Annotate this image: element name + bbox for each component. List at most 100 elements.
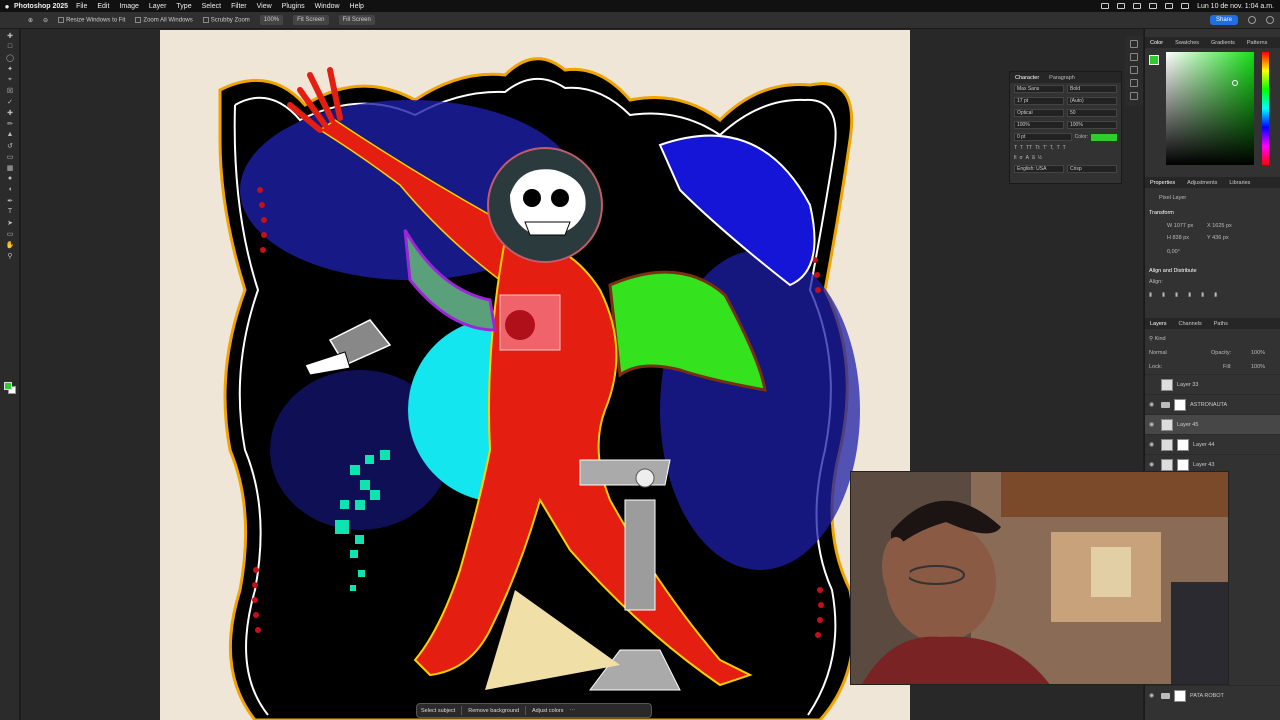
hue-slider[interactable] [1262, 52, 1269, 165]
eye-icon[interactable]: ◉ [1149, 441, 1157, 448]
align-buttons[interactable]: ▮▮▮▮▮▮ [1149, 292, 1227, 298]
color-picker-handle[interactable] [1232, 80, 1238, 86]
fit-screen-button[interactable]: Fit Screen [293, 15, 329, 25]
small-caps-icon[interactable]: Tt [1035, 145, 1039, 151]
eye-icon[interactable]: ◉ [1149, 461, 1157, 468]
tab-libraries[interactable]: Libraries [1229, 180, 1250, 186]
all-caps-icon[interactable]: TT [1026, 145, 1032, 151]
zoom-100-button[interactable]: 100% [259, 15, 284, 25]
layer-group-row[interactable]: ◉ PATA ROBOT [1145, 685, 1280, 705]
checkbox[interactable] [135, 16, 142, 23]
gradient-tool-icon[interactable]: ▦ [4, 163, 16, 172]
gear-icon[interactable] [1266, 16, 1274, 24]
search-icon[interactable] [1181, 3, 1190, 9]
character-icon[interactable] [1130, 66, 1138, 74]
width-field[interactable]: W 1077 px [1167, 223, 1193, 229]
frame-tool-icon[interactable]: ☒ [4, 86, 16, 95]
subscript-icon[interactable]: T, [1050, 145, 1054, 151]
fill-field[interactable]: 100% [1251, 364, 1265, 370]
opacity-field[interactable]: 100% [1251, 350, 1265, 356]
fraction-icon[interactable]: ½ [1038, 155, 1042, 161]
menu-edit[interactable]: Edit [97, 3, 109, 10]
menu-view[interactable]: View [257, 3, 272, 10]
type-tool-icon[interactable]: T [4, 207, 16, 216]
remove-background-button[interactable]: Remove background [468, 708, 519, 714]
select-tool-icon[interactable]: ✦ [4, 64, 16, 73]
history-icon[interactable] [1130, 40, 1138, 48]
zoom-in-icon[interactable]: ⊕ [28, 17, 33, 24]
eye-icon[interactable]: ◉ [1149, 421, 1157, 428]
eraser-tool-icon[interactable]: ▭ [4, 152, 16, 161]
more-options-icon[interactable]: ⋯ [570, 708, 576, 714]
tab-channels[interactable]: Channels [1179, 321, 1202, 327]
kerning-field[interactable]: Optical [1014, 109, 1064, 117]
tab-properties[interactable]: Properties [1150, 180, 1175, 186]
marquee-tool-icon[interactable]: □ [4, 42, 16, 51]
zoom-out-icon[interactable]: ⊖ [43, 17, 48, 24]
font-family-select[interactable]: Max Sans [1014, 85, 1064, 93]
comments-icon[interactable] [1130, 53, 1138, 61]
angle-field[interactable]: 0,00° [1167, 249, 1180, 255]
app-name[interactable]: Photoshop 2025 [14, 3, 68, 10]
menu-filter[interactable]: Filter [231, 3, 247, 10]
select-subject-button[interactable]: Select subject [421, 708, 455, 714]
artwork-canvas[interactable] [160, 30, 910, 720]
blend-mode-select[interactable]: Normal [1149, 350, 1167, 356]
eye-icon[interactable]: ◉ [1149, 401, 1157, 408]
tab-patterns[interactable]: Patterns [1247, 40, 1267, 46]
ordinal-icon[interactable]: a̅ [1032, 155, 1035, 161]
font-size-field[interactable]: 17 pt [1014, 97, 1064, 105]
eye-icon[interactable]: ◉ [1149, 692, 1157, 699]
swash-icon[interactable]: A [1026, 155, 1029, 161]
hand-tool-icon[interactable]: ✋ [4, 240, 16, 249]
align-heading[interactable]: Align and Distribute [1149, 268, 1197, 274]
layer-filter-select[interactable]: ⚲ Kind [1149, 336, 1166, 342]
menu-plugins[interactable]: Plugins [282, 3, 305, 10]
underline-icon[interactable]: T [1057, 145, 1060, 151]
ligature-icon[interactable]: fi [1014, 155, 1017, 161]
menu-select[interactable]: Select [202, 3, 221, 10]
brush-tool-icon[interactable]: ✏ [4, 119, 16, 128]
adjust-colors-button[interactable]: Adjust colors [532, 708, 564, 714]
faux-bold-icon[interactable]: T [1014, 145, 1017, 151]
tab-paths[interactable]: Paths [1214, 321, 1228, 327]
crop-tool-icon[interactable]: ⌖ [4, 75, 16, 84]
history-brush-icon[interactable]: ↺ [4, 141, 16, 150]
tab-adjustments[interactable]: Adjustments [1187, 180, 1217, 186]
color-field[interactable] [1166, 52, 1254, 165]
lasso-tool-icon[interactable]: ◯ [4, 53, 16, 62]
info-icon[interactable] [1130, 92, 1138, 100]
status-icon[interactable] [1133, 3, 1142, 9]
menu-type[interactable]: Type [176, 3, 191, 10]
apple-icon[interactable]: ● [0, 2, 14, 11]
fill-screen-button[interactable]: Fill Screen [338, 15, 375, 25]
pen-tool-icon[interactable]: ✒ [4, 196, 16, 205]
leading-field[interactable]: (Auto) [1067, 97, 1117, 105]
foreground-color-swatch[interactable] [4, 382, 12, 390]
tab-color[interactable]: Color [1150, 40, 1163, 46]
paragraph-icon[interactable] [1130, 79, 1138, 87]
search-icon[interactable] [1248, 16, 1256, 24]
layer-group-row[interactable]: ◉ ASTRONAUTA [1145, 394, 1280, 414]
status-icon[interactable] [1117, 3, 1126, 9]
layer-row[interactable]: Layer 33 [1145, 374, 1280, 394]
tab-swatches[interactable]: Swatches [1175, 40, 1199, 46]
language-select[interactable]: English: USA [1014, 165, 1064, 173]
horizontal-scale-field[interactable]: 100% [1067, 121, 1117, 129]
text-color-swatch[interactable] [1091, 133, 1117, 141]
vertical-scale-field[interactable]: 100% [1014, 121, 1064, 129]
checkbox[interactable] [58, 16, 65, 23]
tab-gradients[interactable]: Gradients [1211, 40, 1235, 46]
menu-image[interactable]: Image [119, 3, 138, 10]
share-button[interactable]: Share [1209, 15, 1238, 25]
layer-row-selected[interactable]: ◉ Layer 45 [1145, 414, 1280, 434]
strikethrough-icon[interactable]: T [1063, 145, 1066, 151]
shape-tool-icon[interactable]: ▭ [4, 229, 16, 238]
layer-row[interactable]: ◉ Layer 44 [1145, 434, 1280, 454]
move-tool-icon[interactable]: ✚ [4, 31, 16, 40]
tab-paragraph[interactable]: Paragraph [1049, 75, 1075, 81]
stamp-tool-icon[interactable]: ▲ [4, 130, 16, 139]
clock[interactable]: Lun 10 de nov. 1:04 a.m. [1197, 3, 1274, 10]
y-field[interactable]: Y 436 px [1207, 235, 1229, 241]
wifi-icon[interactable] [1165, 3, 1174, 9]
